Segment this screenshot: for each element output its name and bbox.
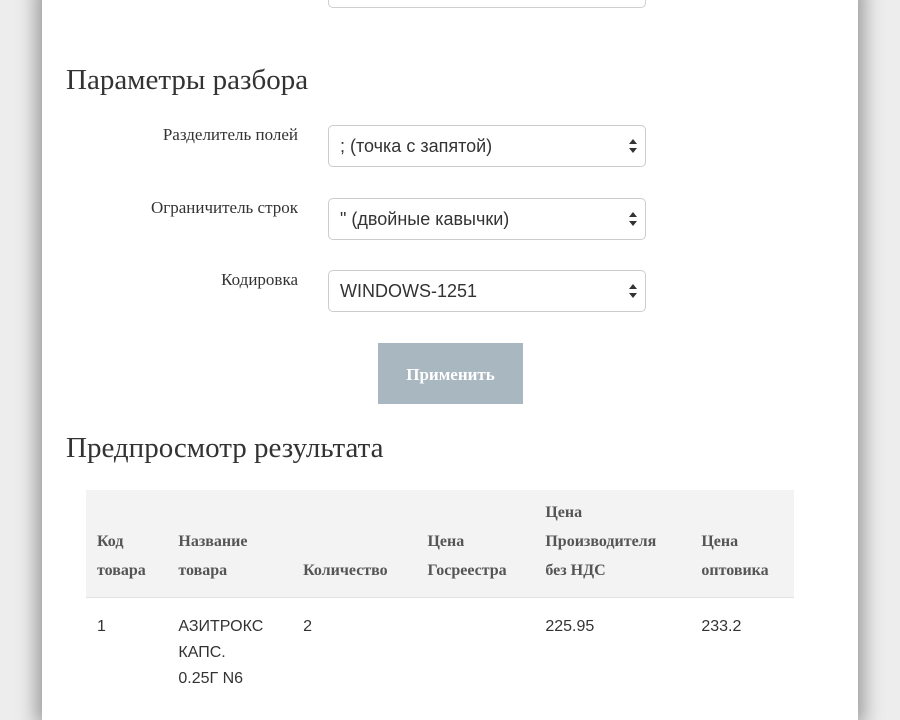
encoding-value: WINDOWS-1251	[340, 281, 478, 301]
column-header-wholesale-price: Цена оптовика	[690, 490, 794, 598]
preview-table: Код товара Название товара Количество Цена…	[86, 490, 794, 700]
column-header-code: Код товара	[86, 490, 168, 598]
cell-quantity: 2	[303, 618, 312, 635]
parse-params-heading: Параметры разбора	[66, 64, 309, 96]
up-down-arrows-icon	[629, 284, 637, 298]
table-row: 1 АЗИТРОКС КАПС. 0.25Г N6 2 225.95 233.2	[86, 598, 794, 701]
preview-heading: Предпросмотр результата	[66, 432, 384, 464]
text-qualifier-label: Ограничитель строк	[150, 198, 298, 217]
text-qualifier-select[interactable]: " (двойные кавычки)	[328, 198, 646, 240]
import-dialog: Параметры разбора Разделитель полей ; (т…	[42, 0, 858, 720]
text-qualifier-value: " (двойные кавычки)	[340, 209, 510, 229]
column-header-manufacturer-price: Цена Производителя без НДС	[534, 490, 691, 598]
cell-registry-price	[416, 598, 534, 701]
cell-manufacturer-price: 225.95	[545, 618, 595, 635]
table-header-row: Код товара Название товара Количество Цена…	[86, 490, 794, 598]
cell-code: 1	[97, 618, 106, 635]
column-header-quantity: Количество	[292, 490, 417, 598]
field-delimiter-select[interactable]: ; (точка с запятой)	[328, 125, 646, 167]
cell-name: АЗИТРОКС КАПС. 0.25Г N6	[178, 618, 264, 687]
field-delimiter-value: ; (точка с запятой)	[340, 136, 493, 156]
column-header-registry-price: Цена Госреестра	[416, 490, 535, 598]
previous-select-field[interactable]	[328, 0, 646, 8]
apply-button[interactable]: Применить	[378, 343, 523, 404]
encoding-label: Кодировка	[221, 270, 298, 289]
up-down-arrows-icon	[629, 139, 637, 153]
up-down-arrows-icon	[629, 212, 637, 226]
cell-wholesale-price: 233.2	[701, 618, 742, 635]
column-header-name: Название товара	[167, 490, 293, 598]
field-delimiter-label: Разделитель полей	[162, 125, 298, 144]
encoding-select[interactable]: WINDOWS-1251	[328, 270, 646, 312]
